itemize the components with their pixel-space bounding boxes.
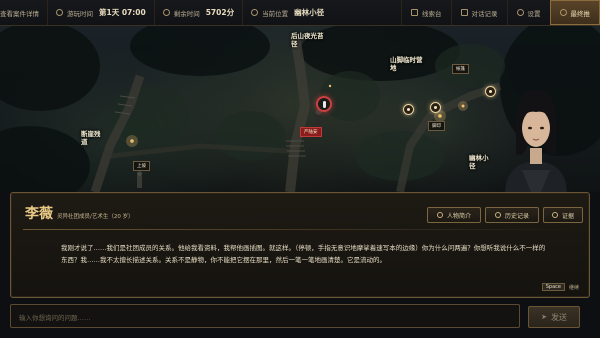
person-icon [436, 212, 443, 218]
chat-log-icon [460, 9, 468, 16]
dialog-divider [23, 229, 577, 230]
clues-button[interactable]: 线索台 [401, 0, 451, 25]
final-deduction-label: 最终推 [570, 9, 591, 18]
game-time: 游玩时间 第1天 07:00 [48, 0, 155, 25]
hourglass-icon [162, 9, 170, 16]
send-button[interactable]: ➤ 发送 [528, 306, 580, 328]
final-deduction-button[interactable]: 最终推 [549, 0, 600, 25]
gear-icon [516, 9, 524, 16]
case-details-label: 查看案件详情 [0, 9, 39, 18]
history-button-label: 历史记录 [504, 212, 529, 220]
location-label-moss-trail[interactable]: 后山夜光苔 径 [291, 32, 324, 48]
trail-tag: 脚印 [428, 121, 445, 131]
evidence-button-label: 证据 [561, 212, 574, 220]
current-location-label: 当前位置 [262, 9, 289, 18]
npc-role: 灵异社团成员/艺术生（20 岁） [57, 214, 134, 220]
trail-marker-icon[interactable] [430, 102, 441, 113]
current-location: 当前位置 幽林小径 [243, 0, 332, 25]
send-icon: ➤ [541, 313, 547, 321]
camp-marker-icon[interactable] [403, 104, 414, 115]
continue-label: 继续 [568, 284, 579, 291]
current-location-value: 幽林小径 [294, 8, 325, 17]
scene-map: 后山夜光苔 径 山脚临时营 地 断崖残 道 幽林小 径 严陆安 帐篷 上坡 脚印 [0, 26, 600, 192]
remaining-time-label: 剩余时间 [173, 9, 200, 18]
location-label-cliff-road[interactable]: 断崖残 道 [81, 130, 101, 146]
npc-name: 李薇 [25, 206, 53, 222]
send-label: 发送 [550, 312, 567, 322]
player-tag: 严陆安 [300, 127, 322, 137]
history-button[interactable]: 历史记录 [485, 207, 539, 223]
location-label-camp[interactable]: 山脚临时营 地 [390, 56, 423, 72]
history-icon [494, 212, 501, 218]
top-bar: 查看案件详情 游玩时间 第1天 07:00 剩余时间 5702分 当前位置 幽林… [0, 0, 600, 26]
scales-icon [559, 9, 567, 16]
question-input[interactable] [11, 307, 519, 329]
location-pin-icon [251, 9, 259, 16]
settings-button[interactable]: 设置 [506, 0, 550, 25]
camp-tag: 帐篷 [452, 64, 469, 74]
dialog-panel: 李薇 灵异社团成员/艺术生（20 岁） 人物简介 历史记录 证据 我刚才说了……… [10, 192, 590, 298]
question-input-wrapper [10, 304, 520, 329]
character-portrait [505, 90, 567, 192]
game-time-label: 游玩时间 [67, 9, 93, 18]
dialogue-log-button[interactable]: 对话记录 [450, 0, 507, 25]
space-key: Space [541, 283, 565, 291]
player-marker-icon[interactable] [316, 96, 332, 112]
evidence-button[interactable]: 证据 [543, 207, 583, 223]
clues-label: 线索台 [422, 9, 442, 18]
clock-icon [56, 9, 63, 16]
game-time-value: 第1天 07:00 [99, 8, 146, 17]
question-icon [551, 212, 558, 218]
cliff-tag: 上坡 [133, 161, 150, 171]
dialogue-log-label: 对话记录 [471, 9, 498, 18]
remaining-time: 剩余时间 5702分 [155, 0, 244, 25]
location-label-forest-trail[interactable]: 幽林小 径 [469, 154, 489, 170]
settings-label: 设置 [527, 9, 541, 18]
profile-button[interactable]: 人物简介 [427, 207, 481, 223]
profile-button-label: 人物简介 [446, 212, 471, 220]
case-details-button[interactable]: 查看案件详情 [0, 0, 48, 25]
dialog-text: 我刚才说了……我们是社团成员的关系。他给我看资料，我帮他画插图。就这样。（停顿，… [61, 244, 546, 264]
continue-hint[interactable]: Space 继续 [541, 283, 579, 291]
clipboard-icon [411, 9, 418, 16]
remaining-time-value: 5702分 [205, 8, 235, 17]
